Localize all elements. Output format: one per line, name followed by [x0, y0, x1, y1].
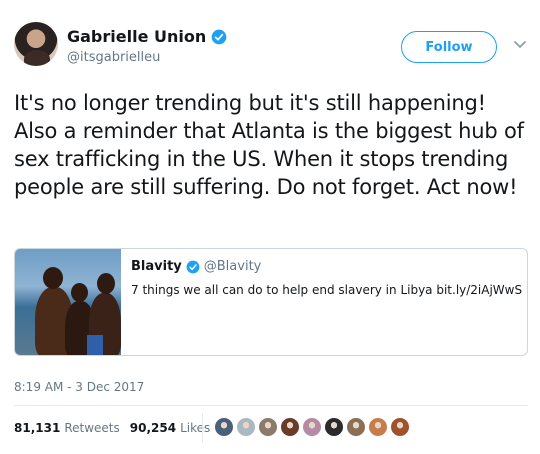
liker-avatar[interactable] — [390, 417, 410, 437]
quoted-author-name[interactable]: Blavity — [131, 259, 182, 274]
likes-count[interactable]: 90,254 — [130, 421, 176, 435]
author-handle[interactable]: @itsgabrielleu — [67, 50, 160, 65]
verified-badge-icon — [211, 29, 227, 44]
author-name-row[interactable]: Gabrielle Union — [67, 27, 227, 46]
tweet-timestamp[interactable]: 8:19 AM - 3 Dec 2017 — [14, 380, 144, 394]
likes-label[interactable]: Likes — [180, 421, 210, 435]
liker-avatar[interactable] — [236, 417, 256, 437]
quoted-author-handle[interactable]: @Blavity — [204, 259, 262, 274]
verified-badge-icon — [186, 260, 200, 273]
author-name[interactable]: Gabrielle Union — [67, 27, 206, 46]
quoted-tweet-text: 7 things we all can do to help end slave… — [131, 283, 523, 297]
liker-avatar[interactable] — [302, 417, 322, 437]
tweet-text: It's no longer trending but it's still h… — [14, 91, 524, 199]
liker-avatar[interactable] — [214, 417, 234, 437]
liker-avatar[interactable] — [258, 417, 278, 437]
liker-avatar[interactable] — [324, 417, 344, 437]
retweets-count[interactable]: 81,131 — [14, 421, 60, 435]
divider — [14, 405, 528, 406]
retweets-label[interactable]: Retweets — [64, 421, 119, 435]
quoted-tweet-author[interactable]: Blavity @Blavity — [131, 259, 261, 274]
stats-separator — [202, 413, 203, 443]
liker-avatar[interactable] — [368, 417, 388, 437]
tweet-stats: 81,131 Retweets 90,254 Likes — [14, 421, 210, 435]
chevron-down-icon[interactable] — [513, 40, 527, 50]
follow-button[interactable]: Follow — [401, 31, 497, 63]
liker-avatar[interactable] — [280, 417, 300, 437]
quoted-tweet-image[interactable] — [15, 249, 121, 355]
author-avatar[interactable] — [14, 22, 58, 66]
liker-avatar[interactable] — [346, 417, 366, 437]
quoted-tweet-card[interactable]: Blavity @Blavity 7 things we all can do … — [14, 248, 528, 356]
